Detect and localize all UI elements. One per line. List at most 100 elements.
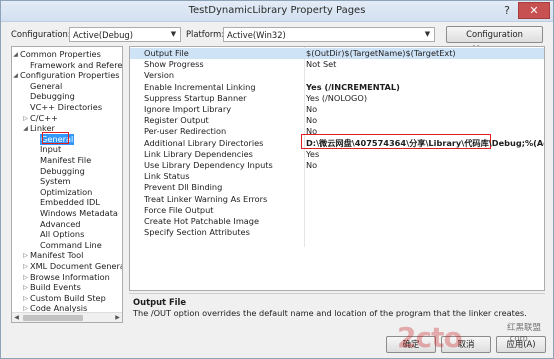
tree-item[interactable]: Windows Metadata [12,208,122,219]
grid-row[interactable]: Treat Linker Warning As Errors [130,194,544,205]
tree-item-label: Configuration Properties [20,70,120,81]
property-tree[interactable]: ◢ Common Properties Framework and Referen ◢… [11,46,123,323]
property-value[interactable]: Yes (/INCREMENTAL) [306,82,544,93]
property-value[interactable]: No [306,126,544,137]
tree-item-label: Browse Information [30,271,110,282]
grid-row[interactable]: Output File $(OutDir)$(TargetName)$(Targe… [130,48,544,59]
tree-item[interactable]: Embedded IDL [12,197,122,208]
ok-button[interactable]: 确定 [386,336,436,353]
configuration-dropdown[interactable]: Active(Debug) ▼ [69,27,181,42]
tree-expander-icon[interactable]: ▷ [22,282,29,293]
grid-row[interactable]: Prevent Dll Binding [130,182,544,193]
description-panel: Output File The /OUT option overrides th… [129,293,545,325]
grid-row[interactable]: Use Library Dependency Inputs No [130,160,544,171]
chevron-down-icon: ▼ [170,30,177,38]
tree-item[interactable]: ◢ Configuration Properties [12,70,122,81]
configuration-row: Configuration: Active(Debug) ▼ Platform:… [1,26,553,54]
tree-item-label: Common Properties [20,49,101,59]
cancel-button[interactable]: 取消 [441,336,491,353]
close-button[interactable]: ✕ [518,2,550,19]
tree-item[interactable]: ▷ Manifest Tool [12,250,122,261]
apply-button[interactable]: 应用(A) [496,336,546,353]
tree-item[interactable]: Debugging [12,166,122,177]
description-text: The /OUT option overrides the default na… [133,308,527,318]
tree-item[interactable]: ▷ XML Document Generat [12,261,122,272]
tree-item-label: System [40,176,71,187]
tree-item[interactable]: Framework and Referen [12,60,122,71]
tree-item[interactable]: Input [12,144,122,155]
grid-row[interactable]: Create Hot Patchable Image [130,216,544,227]
grid-row[interactable]: Force File Output [130,205,544,216]
grid-row[interactable]: Link Library Dependencies Yes [130,149,544,160]
tree-item-label: C/C++ [30,112,58,123]
tree-expander-icon[interactable]: ▷ [22,261,29,272]
tree-expander-icon[interactable]: ▷ [22,293,29,304]
grid-row[interactable]: Show Progress Not Set [130,59,544,70]
platform-dropdown[interactable]: Active(Win32) ▼ [223,27,435,42]
property-name: Suppress Startup Banner [144,92,247,103]
tree-expander-icon[interactable]: ◢ [22,123,29,134]
property-name: Per-user Redirection [144,126,227,137]
tree-item[interactable]: Debugging [12,91,122,102]
scrollbar-thumb[interactable] [23,315,83,321]
property-pages-dialog: TestDynamicLibrary Property Pages ? ✕ Co… [0,0,554,359]
grid-row[interactable]: Enable Incremental Linking Yes (/INCREMEN… [130,82,544,93]
tree-item[interactable]: General [12,81,122,92]
tree-expander-icon[interactable]: ◢ [12,49,19,60]
property-value[interactable]: D:\微云网盘\407574364\分享\Library\代码库\Debug;%… [306,138,544,149]
tree-item-label: Debugging [40,165,85,176]
configuration-value: Active(Debug) [73,30,133,40]
grid-row[interactable]: Ignore Import Library No [130,104,544,115]
grid-row[interactable]: Per-user Redirection No [130,126,544,137]
property-value[interactable]: No [306,115,544,126]
property-value[interactable]: No [306,160,544,171]
tree-item[interactable]: ◢ Common Properties [12,49,122,60]
grid-row[interactable]: Register Output No [130,115,544,126]
grid-row[interactable]: Additional Library Directories D:\微云网盘\40… [130,138,544,149]
scroll-left-icon[interactable]: ◀ [12,313,21,322]
property-name: Link Status [144,171,190,182]
property-value[interactable]: $(OutDir)$(TargetName)$(TargetExt) [306,48,544,59]
platform-value: Active(Win32) [227,30,286,40]
property-value[interactable]: Not Set [306,59,544,70]
tree-item[interactable]: Optimization [12,187,122,198]
grid-row[interactable]: Version [130,70,544,81]
property-grid[interactable]: Output File $(OutDir)$(TargetName)$(Targe… [129,46,545,291]
tree-expander-icon[interactable]: ▷ [22,113,29,124]
platform-label: Platform: [186,29,225,39]
tree-item[interactable]: ▷ C/C++ [12,113,122,124]
property-value[interactable]: Yes [306,149,544,160]
grid-row[interactable]: Suppress Startup Banner Yes (/NOLOGO) [130,93,544,104]
tree-item-label: General [30,80,63,91]
tree-item[interactable]: Advanced [12,219,122,230]
tree-item[interactable]: ▷ Build Events [12,282,122,293]
tree-horizontal-scrollbar[interactable]: ◀ ▶ [12,312,122,322]
tree-item[interactable]: All Options [12,229,122,240]
tree-item-label: Manifest File [40,155,92,165]
property-value[interactable]: Yes (/NOLOGO) [306,93,544,104]
grid-row[interactable]: Link Status [130,171,544,182]
tree-item-label: Embedded IDL [40,197,100,208]
tree-item-label: All Options [40,229,85,240]
property-name: Force File Output [144,204,214,215]
scroll-right-icon[interactable]: ▶ [113,313,122,322]
grid-row[interactable]: Specify Section Attributes [130,227,544,238]
tree-item[interactable]: Manifest File [12,155,122,166]
description-title: Output File [133,297,187,307]
tree-item-label: Command Line [40,239,102,250]
tree-item[interactable]: ▷ Browse Information [12,272,122,283]
tree-expander-icon[interactable]: ▷ [22,250,29,261]
tree-expander-icon[interactable]: ▷ [22,272,29,283]
tree-expander-icon[interactable]: ◢ [12,70,19,81]
tree-item[interactable]: System [12,176,122,187]
window-title: TestDynamicLibrary Property Pages [188,5,366,16]
help-button[interactable]: ? [498,3,516,19]
tree-item[interactable]: VC++ Directories [12,102,122,113]
tree-item-label: Debugging [30,91,75,102]
tree-item[interactable]: Command Line [12,240,122,251]
property-value[interactable]: No [306,104,544,115]
title-bar: TestDynamicLibrary Property Pages ? ✕ [1,1,553,22]
configuration-manager-button[interactable]: Configuration Manager... [446,26,543,54]
tree-item[interactable]: ▷ Custom Build Step [12,293,122,304]
tree-item-label: Optimization [40,186,93,197]
